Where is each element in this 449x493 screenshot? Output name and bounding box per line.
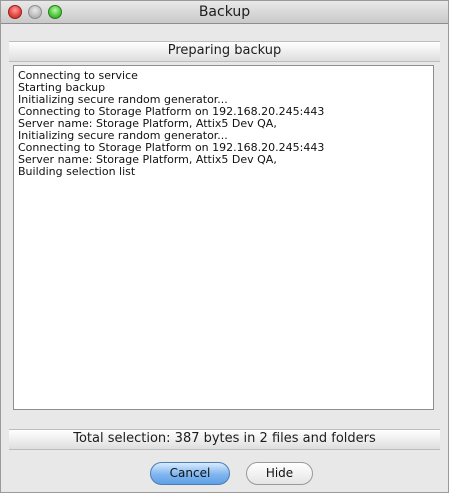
selection-summary-bar: Total selection: 387 bytes in 2 files an… [9, 429, 440, 450]
status-heading-bar: Preparing backup [9, 41, 440, 62]
log-line: Building selection list [18, 165, 136, 178]
cancel-button[interactable]: Cancel [150, 462, 230, 485]
backup-log-panel[interactable]: Connecting to service Starting backup In… [13, 65, 434, 410]
status-heading: Preparing backup [167, 43, 282, 58]
hide-button[interactable]: Hide [246, 462, 313, 485]
window-title: Backup [198, 4, 251, 20]
backup-window: Backup Preparing backup Connecting to se… [0, 0, 449, 493]
selection-summary: Total selection: 387 bytes in 2 files an… [73, 431, 376, 446]
title-bar[interactable]: Backup [1, 1, 448, 24]
